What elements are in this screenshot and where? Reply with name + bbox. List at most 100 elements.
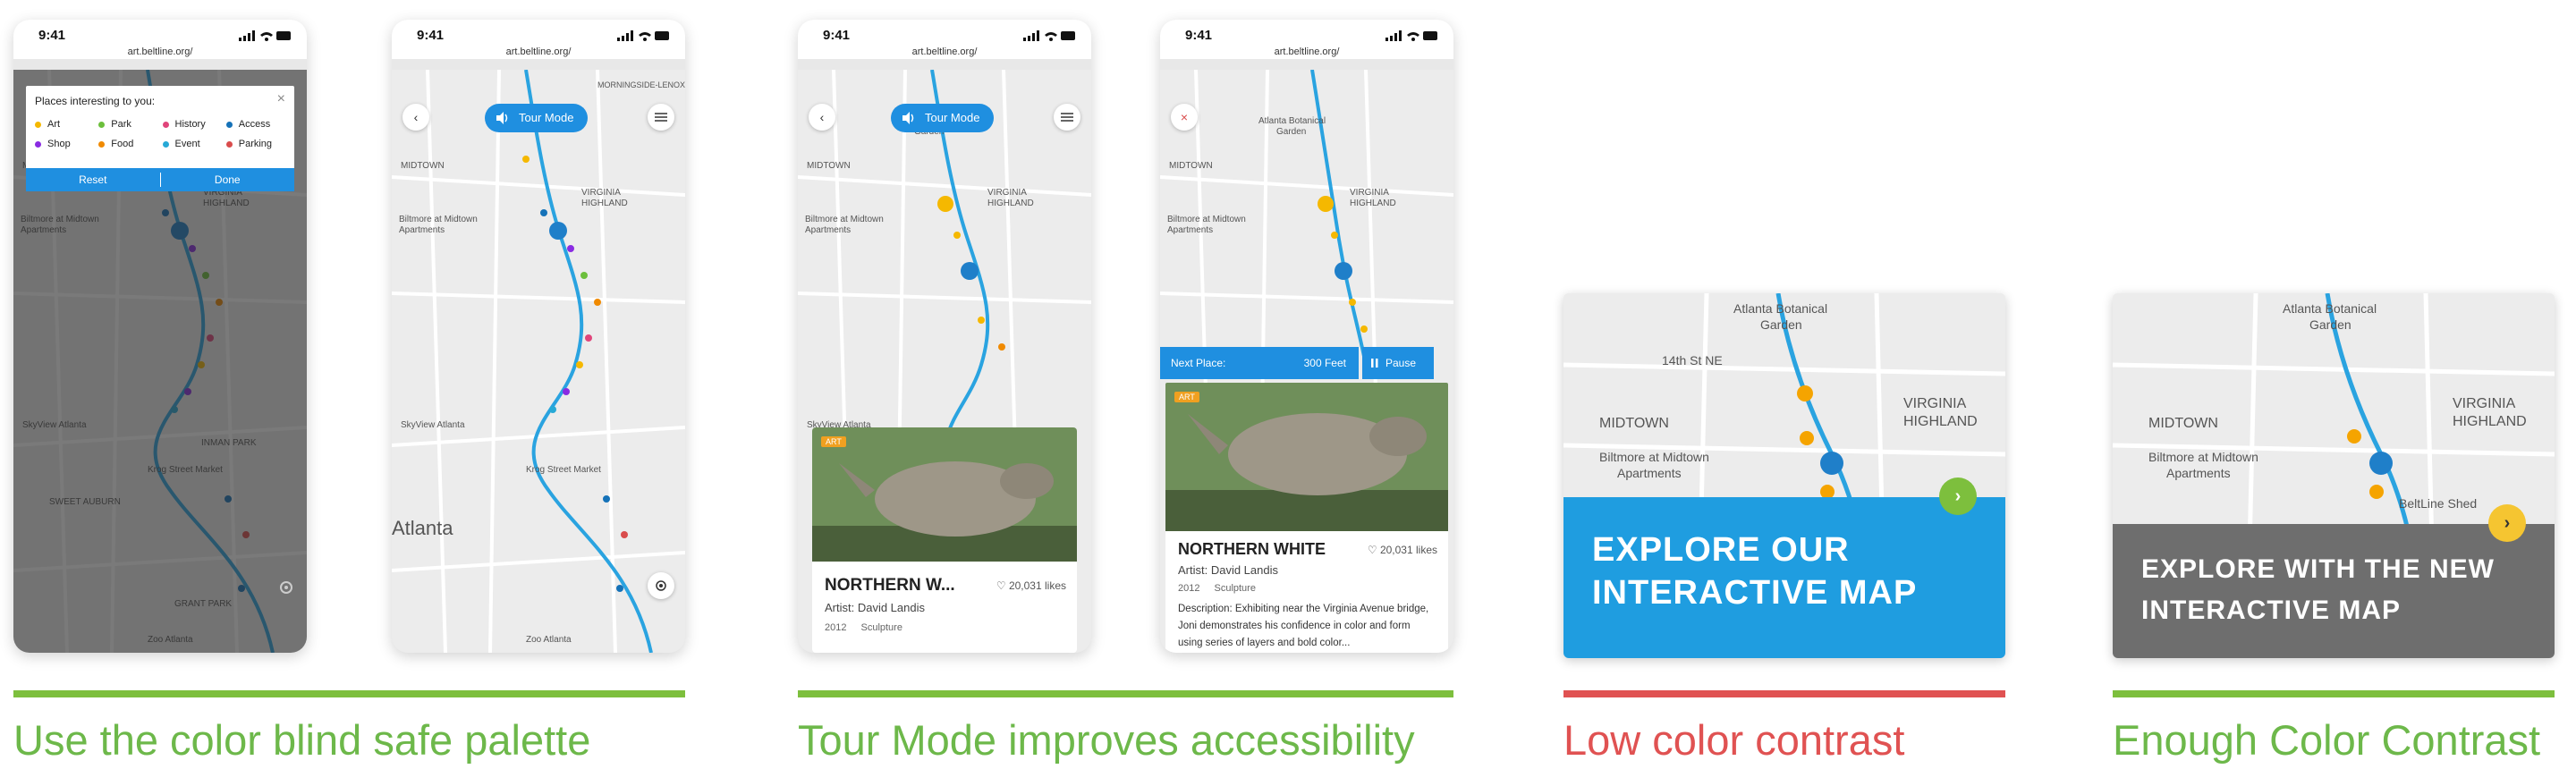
map-view[interactable]: MIDTOWN Biltmore at Midtown Apartments V… [392, 70, 685, 653]
svg-text:Apartments: Apartments [805, 225, 851, 235]
chevron-right-icon[interactable]: › [1939, 477, 1977, 515]
svg-text:VIRGINIA: VIRGINIA [1350, 188, 1389, 198]
svg-text:VIRGINIA: VIRGINIA [2453, 396, 2516, 411]
url-bar[interactable]: art.beltline.org/ [392, 46, 685, 57]
filter-icon[interactable] [1054, 104, 1080, 131]
showcase-stage: 9:41 art.beltline.org/ MIDTOWN Biltmore … [0, 0, 2576, 769]
status-bar: 9:41 art.beltline.org/ [13, 20, 307, 59]
tour-mode-button[interactable]: Tour Mode [891, 104, 995, 132]
sculpture-photo [812, 427, 1077, 562]
svg-text:MIDTOWN: MIDTOWN [401, 161, 445, 171]
svg-text:Atlanta Botanical: Atlanta Botanical [2283, 301, 2377, 316]
svg-text:BeltLine Shed: BeltLine Shed [2399, 496, 2477, 511]
filter-label: Access [238, 119, 271, 130]
filter-art[interactable]: Art [35, 119, 98, 130]
filter-access[interactable]: Access [225, 119, 290, 130]
status-bar: 9:41 art.beltline.org/ [1160, 20, 1453, 59]
caption-low-contrast: Low color contrast [1563, 716, 1905, 764]
type: Sculpture [1214, 583, 1256, 594]
park-dot-icon [98, 121, 106, 128]
filter-park[interactable]: Park [98, 119, 162, 130]
tour-mode-button[interactable]: Tour Mode [485, 104, 589, 132]
signal-wifi-battery-icon [1023, 30, 1075, 41]
status-bar: 9:41 art.beltline.org/ [798, 20, 1091, 59]
history-dot-icon [162, 121, 169, 128]
svg-text:Biltmore at Midtown: Biltmore at Midtown [1167, 215, 1246, 224]
status-time: 9:41 [1185, 28, 1213, 43]
filter-grid: Art Park History Access Shop Food Event … [35, 114, 290, 154]
url-bar[interactable]: art.beltline.org/ [13, 46, 307, 57]
section-divider-green [798, 690, 1453, 697]
svg-text:HIGHLAND: HIGHLAND [1903, 414, 1978, 429]
year: 2012 [825, 622, 847, 633]
svg-text:Atlanta Botanical: Atlanta Botanical [1258, 116, 1326, 126]
svg-text:Garden: Garden [2309, 317, 2351, 332]
svg-text:Garden: Garden [1276, 127, 1306, 137]
svg-text:Biltmore at Midtown: Biltmore at Midtown [1599, 450, 1709, 464]
svg-text:Apartments: Apartments [1617, 466, 1682, 480]
pause-button[interactable]: Pause [1362, 347, 1434, 379]
tour-mode-label: Tour Mode [519, 111, 574, 124]
svg-text:Apartments: Apartments [1167, 225, 1213, 235]
chevron-right-icon[interactable]: › [2488, 504, 2526, 542]
filter-history[interactable]: History [162, 119, 226, 130]
artist-name: Artist: David Landis [1178, 563, 1278, 577]
close-icon[interactable]: × [1171, 104, 1198, 131]
svg-text:MIDTOWN: MIDTOWN [1169, 161, 1213, 171]
map-card-low-contrast[interactable]: Atlanta Botanical Garden MIDTOWN Biltmore… [1563, 293, 2005, 658]
headline-line-1: EXPLORE WITH THE NEW [2141, 554, 2495, 584]
reset-button[interactable]: Reset [26, 168, 160, 191]
section-divider-red [1563, 690, 2005, 697]
svg-text:Apartments: Apartments [2166, 466, 2231, 480]
svg-text:MIDTOWN: MIDTOWN [1599, 416, 1669, 431]
filter-title: Places interesting to you: [35, 95, 156, 107]
filter-shop[interactable]: Shop [35, 139, 98, 149]
phone-filter-screen: 9:41 art.beltline.org/ MIDTOWN Biltmore … [13, 20, 307, 653]
filter-event[interactable]: Event [162, 139, 226, 149]
card-meta: 2012 Sculpture [1178, 583, 1270, 594]
likes-count: ♡ 20,031 likes [996, 579, 1066, 592]
filter-label: Art [47, 119, 61, 130]
event-dot-icon [162, 140, 169, 148]
art-tag: ART [1174, 392, 1199, 402]
svg-text:HIGHLAND: HIGHLAND [1350, 199, 1396, 208]
food-dot-icon [98, 140, 106, 148]
signal-wifi-battery-icon [1385, 30, 1437, 41]
next-place-label: Next Place: [1171, 357, 1226, 369]
type: Sculpture [860, 622, 902, 633]
caption-color-blind: Use the color blind safe palette [13, 716, 591, 764]
filter-food[interactable]: Food [98, 139, 162, 149]
svg-text:Atlanta: Atlanta [392, 517, 453, 539]
phone-tour-detail: 9:41 art.beltline.org/ Atlanta Botanical… [1160, 20, 1453, 653]
filter-parking[interactable]: Parking [225, 139, 290, 149]
svg-text:MIDTOWN: MIDTOWN [2148, 416, 2218, 431]
likes-text: 20,031 likes [1008, 579, 1066, 592]
svg-text:HIGHLAND: HIGHLAND [987, 199, 1034, 208]
back-icon[interactable]: ‹ [402, 104, 429, 131]
close-icon[interactable]: × [277, 91, 285, 107]
art-tag: ART [821, 436, 846, 447]
url-bar[interactable]: art.beltline.org/ [798, 46, 1091, 57]
art-card-full[interactable]: ART NORTHERN WHITE ♡ 20,031 likes Artist… [1165, 383, 1448, 653]
svg-text:VIRGINIA: VIRGINIA [987, 188, 1027, 198]
map-card-good-contrast[interactable]: Atlanta Botanical Garden MIDTOWN Biltmore… [2113, 293, 2555, 658]
headline-line-1: EXPLORE OUR [1592, 531, 1850, 569]
filter-label: History [174, 119, 206, 130]
headline-line-2: INTERACTIVE MAP [1592, 574, 1918, 612]
sculpture-photo [1165, 383, 1448, 531]
likes-count: ♡ 20,031 likes [1367, 544, 1437, 556]
svg-text:SkyView Atlanta: SkyView Atlanta [401, 420, 465, 430]
svg-text:Krog Street Market: Krog Street Market [526, 465, 601, 475]
locate-icon[interactable] [273, 574, 300, 601]
locate-icon[interactable] [648, 572, 674, 599]
filter-action-bar: Reset Done [26, 168, 294, 191]
speaker-icon [496, 112, 508, 124]
art-card-preview[interactable]: ART NORTHERN W... ♡ 20,031 likes Artist:… [812, 427, 1077, 653]
filter-icon[interactable] [648, 104, 674, 131]
back-icon[interactable]: ‹ [809, 104, 835, 131]
svg-text:MORNINGSIDE-LENOX: MORNINGSIDE-LENOX [597, 80, 685, 89]
pause-label: Pause [1385, 357, 1417, 369]
card-meta: 2012 Sculpture [825, 622, 917, 633]
done-button[interactable]: Done [161, 168, 295, 191]
url-bar[interactable]: art.beltline.org/ [1160, 46, 1453, 57]
